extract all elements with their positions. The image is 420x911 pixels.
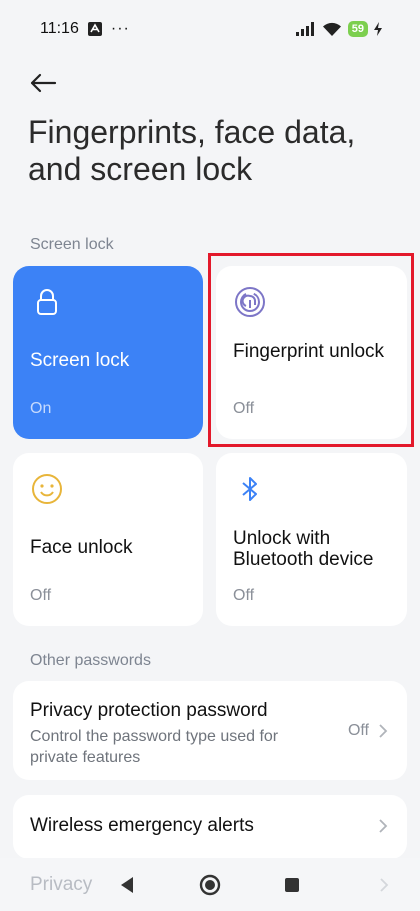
privacy-row-partial[interactable]: Privacy bbox=[30, 874, 92, 896]
privacy-protection-password-value: Off bbox=[347, 722, 369, 739]
charging-icon bbox=[374, 22, 382, 36]
screen-lock-card[interactable]: Screen lock On bbox=[13, 266, 203, 439]
screen-lock-card-title: Screen lock bbox=[30, 350, 130, 371]
section-label-screen-lock: Screen lock bbox=[30, 236, 114, 253]
face-unlock-card-title: Face unlock bbox=[30, 537, 133, 558]
face-icon bbox=[32, 474, 62, 504]
settings-page: 11:16 ··· 59 Fingerprints, face data, an… bbox=[0, 0, 420, 911]
fingerprint-unlock-card[interactable]: Fingerprint unlock Off bbox=[216, 266, 407, 439]
status-right: 59 bbox=[295, 21, 382, 37]
wireless-emergency-alerts-row[interactable]: Wireless emergency alerts bbox=[13, 795, 407, 859]
bluetooth-unlock-card-title: Unlock with Bluetooth device bbox=[233, 528, 374, 570]
bluetooth-unlock-card-status: Off bbox=[233, 587, 255, 604]
nav-back-icon[interactable] bbox=[116, 874, 138, 896]
chevron-right-icon bbox=[380, 878, 389, 892]
privacy-protection-password-row[interactable]: Privacy protection password Control the … bbox=[13, 681, 407, 780]
chevron-right-icon bbox=[379, 819, 388, 833]
section-label-other-passwords: Other passwords bbox=[30, 652, 151, 669]
privacy-protection-password-desc: Control the password type used for priva… bbox=[30, 728, 279, 766]
wireless-emergency-alerts-title: Wireless emergency alerts bbox=[30, 815, 254, 836]
battery-icon: 59 bbox=[347, 21, 368, 37]
back-button[interactable] bbox=[26, 66, 60, 100]
wifi-icon bbox=[322, 22, 341, 36]
notification-icon bbox=[87, 22, 102, 36]
lock-icon bbox=[37, 289, 57, 315]
bluetooth-unlock-card[interactable]: Unlock with Bluetooth device Off bbox=[216, 453, 407, 626]
signal-icon bbox=[295, 22, 314, 36]
fingerprint-unlock-card-status: Off bbox=[233, 400, 255, 417]
status-left: 11:16 ··· bbox=[40, 20, 130, 38]
chevron-right-icon bbox=[379, 724, 388, 738]
page-title: Fingerprints, face data, and screen lock bbox=[28, 114, 356, 187]
fingerprint-icon bbox=[235, 287, 265, 317]
status-overflow: ··· bbox=[110, 20, 130, 37]
status-time: 11:16 bbox=[40, 20, 79, 37]
bluetooth-icon bbox=[242, 477, 257, 501]
face-unlock-card-status: Off bbox=[30, 587, 52, 604]
fingerprint-unlock-card-title: Fingerprint unlock bbox=[233, 341, 385, 362]
nav-home-icon[interactable] bbox=[199, 874, 221, 896]
status-bar: 11:16 ··· 59 bbox=[0, 0, 420, 58]
face-unlock-card[interactable]: Face unlock Off bbox=[13, 453, 203, 626]
back-arrow-icon bbox=[30, 73, 57, 93]
nav-recents-icon[interactable] bbox=[281, 874, 303, 896]
screen-lock-card-status: On bbox=[30, 400, 52, 417]
privacy-protection-password-title: Privacy protection password bbox=[30, 700, 268, 721]
